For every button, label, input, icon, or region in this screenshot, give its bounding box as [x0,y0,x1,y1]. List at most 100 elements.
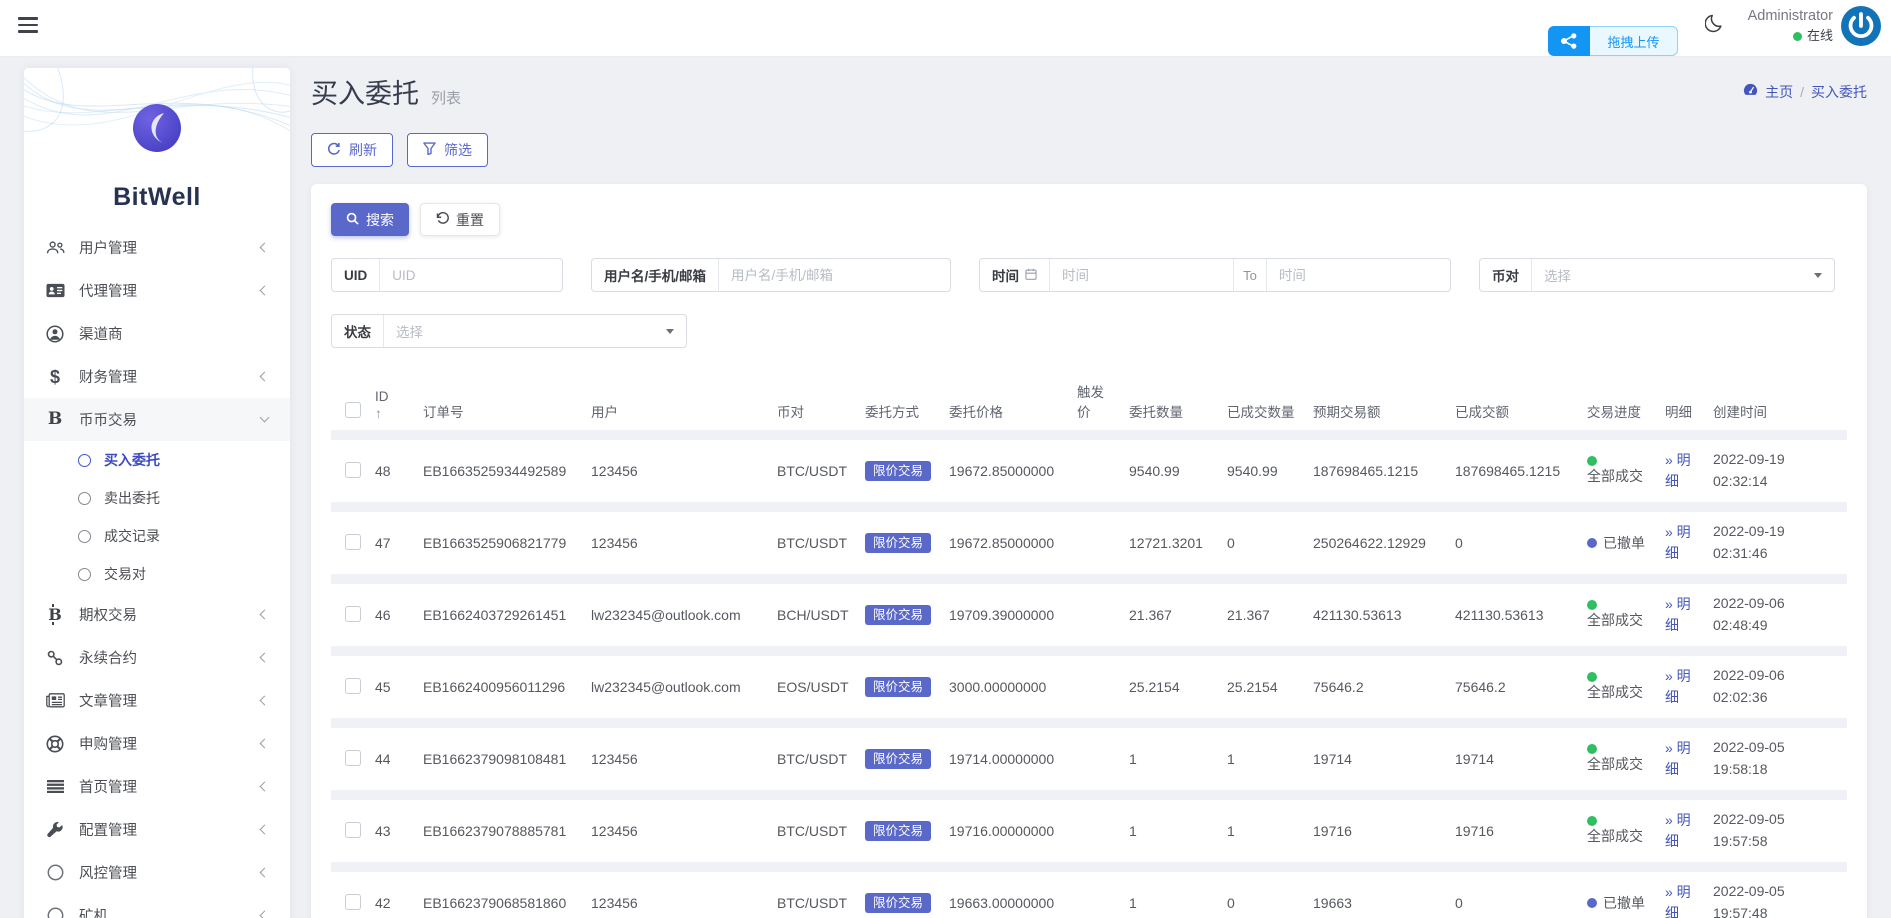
cell-created-time: 2022-09-05 19:57:48 [1713,883,1785,918]
logout-power-icon[interactable] [1839,4,1883,48]
drag-upload-button[interactable]: 拖拽上传 [1548,26,1678,56]
reset-button[interactable]: 重置 [420,203,500,236]
sidebar-item-配置管理[interactable]: 配置管理 [24,808,290,851]
sidebar-subitem-成交记录[interactable]: 成交记录 [24,517,290,555]
row-checkbox[interactable] [345,821,361,838]
online-dot-icon [1792,31,1802,41]
sidebar-item-文章管理[interactable]: 文章管理 [24,679,290,722]
cell-filled-amount: 187698465.1215 [1455,463,1561,479]
cell-expected: 19716 [1313,823,1352,839]
detail-link[interactable]: » 明细 [1665,668,1691,705]
order-type-badge: 限价交易 [865,460,932,482]
detail-link[interactable]: » 明细 [1665,740,1691,777]
sidebar-item-用户管理[interactable]: 用户管理 [24,226,290,269]
sidebar-item-永续合约[interactable]: 永续合约 [24,636,290,679]
row-checkbox[interactable] [345,605,361,622]
sidebar-item-币币交易[interactable]: B 币币交易 [24,398,290,441]
cell-filled-amount: 0 [1455,535,1463,551]
cell-progress: 全部成交 [1587,455,1665,486]
cell-progress: 已撤单 [1587,893,1665,913]
page-subtitle: 列表 [431,90,462,107]
search-button[interactable]: 搜索 [331,203,409,236]
sidebar-item-label: 配置管理 [79,823,137,839]
users-icon [44,240,66,255]
table-row: 47 EB1663525906821779 123456 BTC/USDT 限价交易 19… [331,512,1847,574]
sidebar-item-首页管理[interactable]: 首页管理 [24,765,290,808]
header-detail: 明细 [1665,405,1692,420]
time-end-input[interactable] [1266,259,1451,291]
cell-order-no: EB1663525906821779 [423,535,567,551]
sidebar-subitem-买入委托[interactable]: 买入委托 [24,441,290,479]
sidebar-subitem-交易对[interactable]: 交易对 [24,555,290,593]
time-start-input[interactable] [1050,259,1234,291]
header-filled-amount: 已成交额 [1455,405,1509,420]
status-dot-icon [1587,599,1597,610]
dark-mode-moon-icon[interactable] [1704,13,1725,36]
user-info: Administrator 在线 [1748,6,1833,46]
detail-link[interactable]: » 明细 [1665,524,1691,561]
pair-select[interactable]: 选择 [1532,259,1834,291]
select-all-checkbox[interactable] [345,402,361,418]
dashboard-icon [1743,83,1758,100]
table-row: 46 EB1662403729261451 lw232345@outlook.com… [331,584,1847,646]
status-badge: 全部成交 [1587,827,1643,844]
cell-filled-amount: 19716 [1455,823,1494,839]
sidebar-item-财务管理[interactable]: $ 财务管理 [24,355,290,398]
cell-user: 123456 [591,535,638,551]
row-checkbox[interactable] [345,893,361,910]
cell-created-time: 2022-09-06 02:02:36 [1713,667,1785,705]
row-checkbox[interactable] [345,533,361,550]
row-checkbox-cell [331,893,375,913]
cell-price: 19672.85000000 [949,535,1055,551]
sidebar-item-风控管理[interactable]: 风控管理 [24,851,290,894]
chevron-left-icon [259,242,270,253]
refresh-button[interactable]: 刷新 [311,133,393,167]
detail-link[interactable]: » 明细 [1665,812,1691,849]
sort-asc-icon[interactable]: ↑ [375,406,413,421]
status-select[interactable]: 选择 [384,315,686,347]
cell-filled-amount: 75646.2 [1455,679,1506,695]
cell-pair: BTC/USDT [777,895,847,911]
cell-expected: 187698465.1215 [1313,463,1419,479]
filter-button[interactable]: 筛选 [407,133,488,167]
uid-input[interactable] [380,259,562,291]
sidebar-subitem-卖出委托[interactable]: 卖出委托 [24,479,290,517]
user-field-group: 用户名/手机/邮箱 [591,258,951,292]
cell-progress: 全部成交 [1587,743,1665,774]
row-checkbox[interactable] [345,677,361,694]
sidebar-item-label: 用户管理 [79,241,137,257]
dollar-icon: $ [49,366,60,387]
sidebar-item-label: 文章管理 [79,694,137,710]
cell-expected: 19663 [1313,895,1352,911]
sidebar-item-申购管理[interactable]: 申购管理 [24,722,290,765]
cell-id: 48 [375,463,391,479]
status-dot-icon [1587,455,1597,466]
sidebar-item-矿机[interactable]: 矿机 [24,894,290,918]
row-checkbox[interactable] [345,461,361,478]
detail-link[interactable]: » 明细 [1665,884,1691,918]
header-progress: 交易进度 [1587,405,1641,420]
status-badge: 全部成交 [1587,755,1643,772]
detail-link[interactable]: » 明细 [1665,596,1691,633]
sidebar-item-代理管理[interactable]: 代理管理 [24,269,290,312]
detail-link[interactable]: » 明细 [1665,452,1691,489]
sidebar-item-渠道商[interactable]: 渠道商 [24,312,290,355]
circle-icon [44,864,66,881]
cell-expected: 421130.53613 [1313,607,1402,623]
cell-created-time: 2022-09-05 19:58:18 [1713,739,1785,777]
breadcrumb-home-link[interactable]: 主页 [1765,82,1793,102]
radio-circle-icon [78,529,91,543]
cell-price: 19663.00000000 [949,895,1055,911]
hamburger-menu-icon[interactable] [18,17,38,37]
row-checkbox-cell [331,533,375,553]
breadcrumb-current[interactable]: 买入委托 [1811,82,1867,102]
cell-created-time: 2022-09-05 19:57:58 [1713,811,1785,849]
cell-order-no: EB1662379098108481 [423,751,567,767]
sidebar-item-期权交易[interactable]: B 期权交易 [24,593,290,636]
cell-id: 45 [375,679,391,695]
row-checkbox[interactable] [345,749,361,766]
table-row: 43 EB1662379078885781 123456 BTC/USDT 限价交易 19… [331,800,1847,862]
search-icon [346,212,359,228]
user-input[interactable] [719,259,950,291]
calendar-icon [1025,268,1037,283]
